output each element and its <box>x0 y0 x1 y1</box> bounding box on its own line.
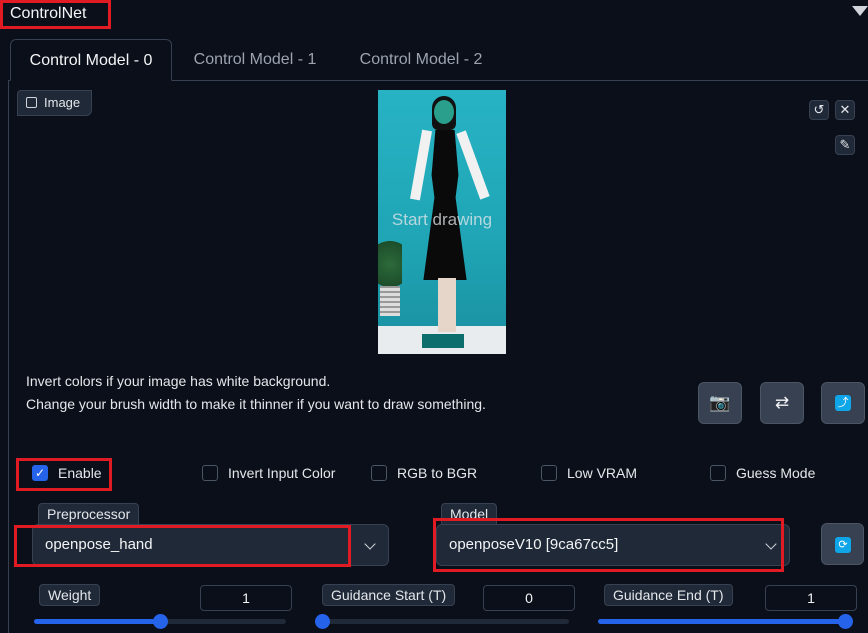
guidance-end-label: Guidance End (T) <box>604 584 733 606</box>
checkbox-box[interactable] <box>710 465 726 481</box>
invert-input-color-checkbox[interactable]: Invert Input Color <box>202 462 335 484</box>
model-highlight <box>433 518 784 572</box>
tab-control-model-0[interactable]: Control Model - 0 <box>10 39 172 81</box>
tab-bar: Control Model - 0 Control Model - 1 Cont… <box>8 39 868 81</box>
checkbox-box[interactable] <box>541 465 557 481</box>
guess-mode-checkbox[interactable]: Guess Mode <box>710 462 815 484</box>
brush-icon[interactable]: ✎ <box>835 135 855 155</box>
tab-control-model-2[interactable]: Control Model - 2 <box>342 39 500 81</box>
weight-label: Weight <box>39 584 101 606</box>
hint-invert: Invert colors if your image has white ba… <box>26 373 331 389</box>
canvas-placeholder: Start drawing <box>391 210 493 229</box>
close-icon[interactable]: ✕ <box>835 100 855 120</box>
swap-button[interactable]: ⇄ <box>760 382 804 424</box>
send-icon: ⤴ <box>835 395 851 411</box>
guidance-start-label: Guidance Start (T) <box>322 584 456 606</box>
tab-control-model-1[interactable]: Control Model - 1 <box>178 39 332 81</box>
checkbox-box[interactable] <box>202 465 218 481</box>
preprocessor-label: Preprocessor <box>38 503 140 525</box>
refresh-models-button[interactable]: ⟳ <box>821 523 864 565</box>
image-icon <box>26 97 37 108</box>
guidance-end-input[interactable]: 1 <box>765 585 857 611</box>
checkbox-box[interactable] <box>371 465 387 481</box>
rgb-to-bgr-checkbox[interactable]: RGB to BGR <box>371 462 477 484</box>
guidance-end-slider[interactable] <box>598 614 853 629</box>
camera-button[interactable]: 📷 <box>698 382 742 424</box>
send-button[interactable]: ⤴ <box>821 382 865 424</box>
undo-icon[interactable]: ↺ <box>809 100 829 120</box>
section-title[interactable]: ControlNet <box>0 0 111 29</box>
refresh-icon: ⟳ <box>835 537 851 553</box>
chevron-down-icon <box>364 538 376 550</box>
low-vram-checkbox[interactable]: Low VRAM <box>541 462 637 484</box>
swap-icon: ⇄ <box>774 393 790 412</box>
enable-checkbox[interactable]: ✓ Enable <box>32 462 102 484</box>
hint-brush: Change your brush width to make it thinn… <box>26 396 486 412</box>
preprocessor-highlight <box>14 525 351 567</box>
slider-thumb[interactable] <box>838 614 853 629</box>
image-label: Image <box>17 90 92 116</box>
weight-input[interactable]: 1 <box>200 585 292 611</box>
collapse-icon[interactable] <box>852 6 868 16</box>
guidance-start-input[interactable]: 0 <box>483 585 575 611</box>
weight-slider[interactable] <box>34 614 286 629</box>
camera-icon: 📷 <box>709 393 731 412</box>
slider-thumb[interactable] <box>153 614 168 629</box>
check-icon[interactable]: ✓ <box>32 465 48 481</box>
slider-thumb[interactable] <box>315 614 330 629</box>
guidance-start-slider[interactable] <box>315 614 569 629</box>
